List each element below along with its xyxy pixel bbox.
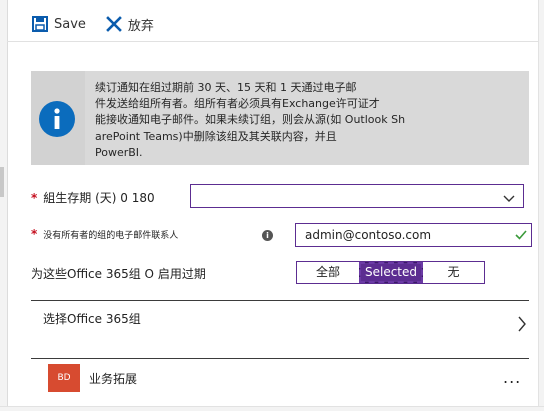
expiration-scope-label: 为这些Office 365组 O 启用过期 <box>31 267 206 281</box>
more-options-button[interactable]: ... <box>503 368 521 387</box>
lifetime-label-row: * 組生存期 (天) 0 180 <box>31 189 155 206</box>
scope-option-all[interactable]: 全部 <box>297 262 359 283</box>
group-name: 业务拓展 <box>89 372 138 386</box>
window-left-frame <box>0 0 8 411</box>
select-groups-link[interactable]: 选择Office 365组 <box>31 301 529 357</box>
owner-email-label-row: * 没有所有者的组的电子邮件联系人 <box>31 227 178 241</box>
expiration-scope-toggle: 全部 Selected 无 <box>296 261 485 284</box>
banner-line: 续订通知在组过期前 30 天、15 天和 1 天通过电子邮 <box>95 81 357 94</box>
window-bottom-frame <box>0 406 544 411</box>
save-button[interactable]: Save <box>32 16 86 32</box>
command-bar: Save 放弃 <box>32 12 174 36</box>
checkmark-icon <box>515 229 527 241</box>
section-divider <box>31 358 529 359</box>
info-banner: 续订通知在组过期前 30 天、15 天和 1 天通过电子邮 件发送给组所有者。组… <box>31 71 529 165</box>
scope-option-none[interactable]: 无 <box>423 262 484 283</box>
toolbar-divider <box>7 41 539 42</box>
close-icon <box>106 16 122 32</box>
info-icon <box>39 101 75 137</box>
save-icon <box>32 16 48 32</box>
chevron-right-icon <box>517 316 527 332</box>
owner-email-value: admin@contoso.com <box>305 228 432 242</box>
discard-label: 放弃 <box>127 18 154 34</box>
banner-line: PowerBI. <box>95 145 143 159</box>
left-edge-marker <box>0 167 4 197</box>
info-tooltip-icon[interactable]: i <box>262 230 273 241</box>
window-right-frame <box>538 0 544 411</box>
required-marker: * <box>31 227 38 241</box>
lifetime-label: 組生存期 (天) 0 180 <box>43 191 155 205</box>
scope-option-selected[interactable]: Selected <box>359 262 423 283</box>
discard-button[interactable]: 放弃 <box>106 15 154 34</box>
chevron-down-icon <box>503 189 515 202</box>
list-item[interactable]: BD 业务拓展 ... <box>31 364 529 394</box>
avatar: BD <box>48 364 80 392</box>
banner-line: arePoint Teams)中删除该组及其关联内容，并且 <box>95 129 337 143</box>
banner-line: 能接收通知电子邮件。如果未续订组，则会从源(如 Outlook Sh <box>95 113 406 127</box>
select-groups-label: 选择Office 365组 <box>43 312 141 326</box>
owner-email-input[interactable]: admin@contoso.com <box>295 223 532 247</box>
save-label: Save <box>54 16 86 32</box>
lifetime-dropdown[interactable] <box>190 184 524 208</box>
required-marker: * <box>31 191 38 205</box>
owner-email-label: 没有所有者的组的电子邮件联系人 <box>43 231 179 241</box>
banner-message: 续订通知在组过期前 30 天、15 天和 1 天通过电子邮 件发送给组所有者。组… <box>95 80 420 161</box>
banner-icon-area <box>31 71 85 165</box>
banner-line: 件发送给组所有者。组所有者必须具有Exchange许可证才 <box>95 97 380 111</box>
